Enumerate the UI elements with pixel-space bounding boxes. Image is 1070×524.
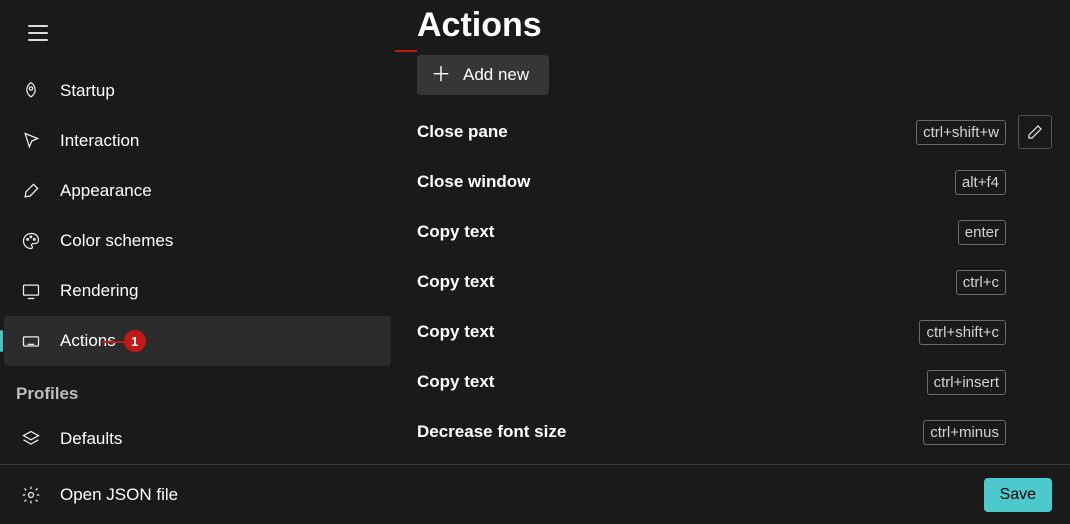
sidebar-item-label: Interaction	[60, 131, 139, 151]
key-binding: enter	[958, 220, 1006, 245]
palette-icon	[18, 228, 44, 254]
key-binding: ctrl+shift+w	[916, 120, 1006, 145]
add-new-label: Add new	[463, 65, 529, 85]
open-json-file-button[interactable]: Open JSON file	[18, 482, 178, 508]
sidebar-item-interaction[interactable]: Interaction	[0, 116, 395, 166]
hamburger-menu-button[interactable]	[16, 16, 60, 50]
edit-action-button[interactable]	[1018, 115, 1052, 149]
pencil-icon	[1026, 123, 1044, 141]
cursor-icon	[18, 128, 44, 154]
action-row[interactable]: Decrease font size ctrl+minus	[417, 407, 1052, 457]
key-binding: alt+f4	[955, 170, 1006, 195]
sidebar-item-label: Rendering	[60, 281, 138, 301]
key-binding: ctrl+insert	[927, 370, 1006, 395]
plus-icon: ＋	[431, 65, 451, 85]
annotation-marker-1: 1	[124, 330, 146, 352]
save-button[interactable]: Save	[984, 478, 1052, 512]
action-label: Copy text	[417, 322, 919, 342]
action-row[interactable]: Copy text ctrl+c	[417, 257, 1052, 307]
action-label: Close window	[417, 172, 955, 192]
sidebar: Startup Interaction Appearance Color sch…	[0, 0, 395, 464]
gear-icon	[18, 482, 44, 508]
sidebar-item-label: Defaults	[60, 429, 122, 449]
action-row[interactable]: Close window alt+f4	[417, 157, 1052, 207]
sidebar-item-actions[interactable]: Actions 1	[4, 316, 391, 366]
open-json-label: Open JSON file	[60, 485, 178, 505]
main-panel: Actions 2 ＋ Add new Close pane ctrl+shif…	[395, 0, 1070, 464]
action-row[interactable]: Close pane ctrl+shift+w	[417, 107, 1052, 157]
key-binding: ctrl+c	[956, 270, 1006, 295]
sidebar-item-label: Startup	[60, 81, 115, 101]
sidebar-item-defaults[interactable]: Defaults	[0, 414, 395, 464]
sidebar-item-appearance[interactable]: Appearance	[0, 166, 395, 216]
action-label: Copy text	[417, 222, 958, 242]
action-row[interactable]: Copy text ctrl+insert	[417, 357, 1052, 407]
key-binding: ctrl+shift+c	[919, 320, 1006, 345]
monitor-icon	[18, 278, 44, 304]
sidebar-item-rendering[interactable]: Rendering	[0, 266, 395, 316]
sidebar-item-label: Color schemes	[60, 231, 173, 251]
add-new-button[interactable]: ＋ Add new	[417, 55, 549, 95]
sidebar-item-startup[interactable]: Startup	[0, 66, 395, 116]
action-row[interactable]: Copy text enter	[417, 207, 1052, 257]
sidebar-item-label: Appearance	[60, 181, 152, 201]
action-label: Copy text	[417, 272, 956, 292]
action-label: Close pane	[417, 122, 916, 142]
keyboard-icon	[18, 328, 44, 354]
page-title: Actions	[417, 6, 1052, 45]
action-label: Decrease font size	[417, 422, 923, 442]
layers-icon	[18, 426, 44, 452]
sidebar-item-color-schemes[interactable]: Color schemes	[0, 216, 395, 266]
launch-icon	[18, 78, 44, 104]
brush-icon	[18, 178, 44, 204]
key-binding: ctrl+minus	[923, 420, 1006, 445]
profiles-header: Profiles	[0, 366, 395, 414]
action-row[interactable]: Copy text ctrl+shift+c	[417, 307, 1052, 357]
actions-list: Close pane ctrl+shift+w Close window alt…	[417, 107, 1052, 457]
action-label: Copy text	[417, 372, 927, 392]
footer: Open JSON file Save	[0, 464, 1070, 524]
